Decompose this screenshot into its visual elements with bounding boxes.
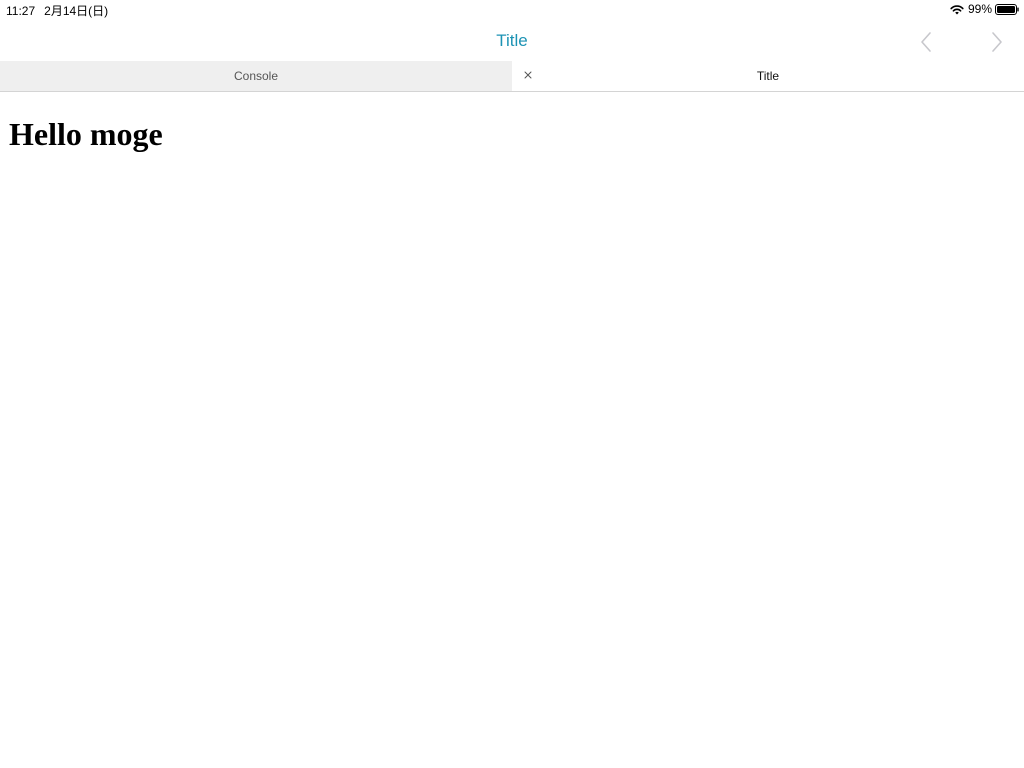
page-heading: Hello moge xyxy=(9,116,163,152)
tab-title[interactable]: Title xyxy=(512,61,1024,91)
back-button[interactable] xyxy=(916,30,936,54)
tab-bar: Console Title xyxy=(0,61,1024,92)
battery-icon xyxy=(995,3,1019,15)
web-content: Hello moge xyxy=(0,92,1024,768)
tab-console[interactable]: Console xyxy=(0,61,512,91)
tab-label: Title xyxy=(756,69,780,83)
tab-close-button[interactable] xyxy=(522,69,534,81)
nav-title: Title xyxy=(496,31,528,50)
status-time: 11:27 xyxy=(6,4,36,18)
status-left: 11:27 2月14日(日) xyxy=(6,2,108,19)
chevron-right-icon xyxy=(992,32,1002,52)
chevron-left-icon xyxy=(921,32,931,52)
forward-button[interactable] xyxy=(987,30,1007,54)
status-bar: 11:27 2月14日(日) 99% xyxy=(0,0,1024,20)
battery-percent: 99% xyxy=(967,2,992,16)
close-icon xyxy=(524,71,532,79)
wifi-icon xyxy=(950,4,964,14)
navigation-bar: Title xyxy=(0,20,1024,62)
tab-label: Console xyxy=(233,69,279,83)
status-date: 2月14日(日) xyxy=(44,4,109,18)
status-right: 99% xyxy=(950,2,1019,16)
